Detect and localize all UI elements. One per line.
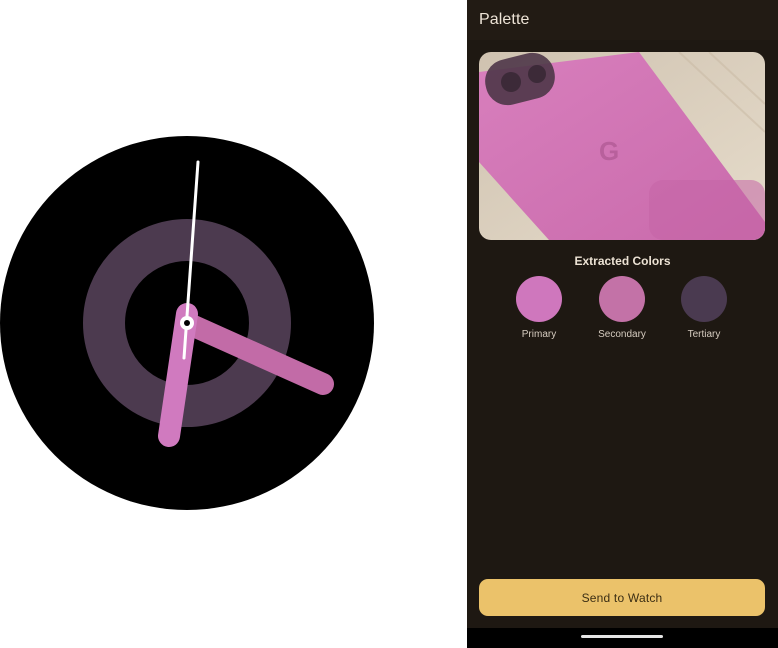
secondary-label: Secondary: [598, 329, 646, 340]
tertiary-color-dot[interactable]: [681, 276, 727, 322]
swatch-secondary[interactable]: Secondary: [582, 276, 662, 340]
primary-color-dot[interactable]: [516, 276, 562, 322]
watch-face-graphic: [0, 136, 374, 510]
phone-app: Palette G Extracted Colors Primary Secon…: [467, 0, 778, 648]
secondary-color-dot[interactable]: [599, 276, 645, 322]
system-nav-bar: [467, 628, 778, 648]
swatch-tertiary[interactable]: Tertiary: [664, 276, 744, 340]
screen: Palette G Extracted Colors Primary Secon…: [0, 0, 778, 648]
send-to-watch-button[interactable]: Send to Watch: [479, 579, 765, 616]
hands-pivot-inner: [184, 320, 190, 326]
extracted-colors-title: Extracted Colors: [574, 254, 671, 268]
swatch-primary[interactable]: Primary: [499, 276, 579, 340]
color-swatches: Primary Secondary Tertiary: [467, 276, 778, 346]
primary-label: Primary: [521, 329, 557, 340]
phone-photo-icon: G: [479, 52, 765, 240]
home-gesture-handle[interactable]: [581, 635, 663, 638]
tertiary-label: Tertiary: [687, 329, 721, 340]
app-title: Palette: [479, 11, 530, 28]
watch-face: [0, 136, 374, 510]
g-logo: G: [599, 136, 619, 166]
app-bar: Palette: [467, 0, 778, 40]
source-photo[interactable]: G: [479, 52, 765, 240]
